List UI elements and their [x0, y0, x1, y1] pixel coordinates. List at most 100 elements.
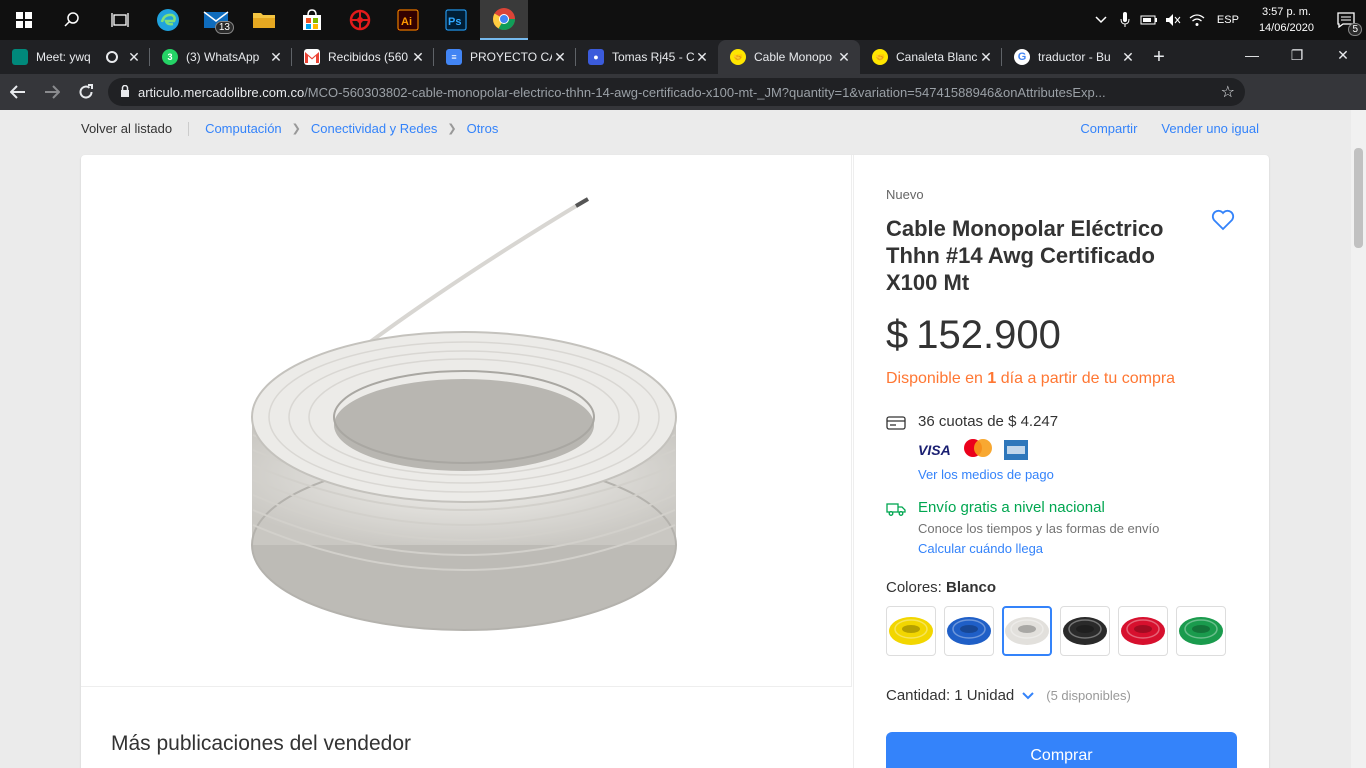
tab-close-icon[interactable]: ✕	[126, 49, 142, 66]
start-button[interactable]	[0, 0, 48, 40]
sell-same-link[interactable]: Vender uno igual	[1161, 121, 1259, 136]
input-language[interactable]: ESP	[1209, 14, 1247, 26]
arrow-right-icon	[45, 85, 60, 99]
favorite-heart-icon[interactable]	[1211, 209, 1235, 236]
payment-logos: VISA	[918, 438, 1028, 462]
taskbar-mail[interactable]: 13	[192, 0, 240, 40]
color-swatches	[886, 606, 1226, 656]
tab-canaleta[interactable]: 🤝 Canaleta Blanc ✕	[860, 40, 1002, 74]
windows-taskbar: 13 Ai Ps ESP 3:57 p. m. 14/06/2020 5	[0, 0, 1366, 40]
color-swatch-verde[interactable]	[1176, 606, 1226, 656]
svg-text:VISA: VISA	[918, 443, 951, 457]
breadcrumb-computacion[interactable]: Computación	[205, 121, 282, 136]
payment-methods-link[interactable]: Ver los medios de pago	[918, 467, 1054, 482]
wifi-icon[interactable]	[1185, 0, 1209, 40]
tab-title: PROYECTO CA	[470, 50, 552, 64]
color-swatch-rojo[interactable]	[1118, 606, 1168, 656]
taskbar-edge[interactable]	[144, 0, 192, 40]
task-view-icon	[111, 13, 129, 27]
new-tab-button[interactable]: +	[1144, 40, 1174, 74]
tab-tomas[interactable]: ● Tomas Rj45 - C ✕	[576, 40, 718, 74]
breadcrumb-actions: Compartir Vender uno igual	[1080, 121, 1259, 136]
scrollbar-thumb[interactable]	[1354, 148, 1363, 248]
back-to-listing-link[interactable]: Volver al listado	[81, 121, 172, 136]
restore-button[interactable]: ❐	[1274, 40, 1320, 70]
clock-date: 14/06/2020	[1258, 22, 1314, 34]
recording-indicator-icon	[106, 51, 118, 63]
action-center-button[interactable]: 5	[1326, 0, 1366, 40]
arrow-left-icon	[10, 85, 25, 99]
taskbar-chrome[interactable]	[480, 0, 528, 40]
breadcrumb-conectividad[interactable]: Conectividad y Redes	[311, 121, 437, 136]
address-bar[interactable]: articulo.mercadolibre.com.co /MCO-560303…	[108, 78, 1245, 106]
taskbar-explorer[interactable]	[240, 0, 288, 40]
taskbar-illustrator[interactable]: Ai	[384, 0, 432, 40]
product-price: $152.900	[886, 313, 1061, 358]
tab-close-icon[interactable]: ✕	[694, 49, 710, 66]
tab-close-icon[interactable]: ✕	[836, 49, 852, 66]
tab-gmail[interactable]: Recibidos (560 ✕	[292, 40, 434, 74]
tab-close-icon[interactable]: ✕	[978, 49, 994, 66]
search-icon	[64, 12, 79, 27]
reload-button[interactable]	[70, 76, 102, 108]
tab-traductor[interactable]: G traductor - Bu ✕	[1002, 40, 1144, 74]
truck-icon	[886, 501, 906, 522]
page-scrollbar[interactable]	[1351, 110, 1366, 768]
colors-label: Colores: Blanco	[886, 579, 997, 596]
clock[interactable]: 3:57 p. m. 14/06/2020	[1247, 4, 1326, 36]
gmail-favicon-icon	[304, 49, 320, 65]
task-view-button[interactable]	[96, 0, 144, 40]
docs-favicon-icon: ≡	[446, 49, 462, 65]
buy-button[interactable]: Comprar	[886, 732, 1237, 768]
cable-coil-thumbnail-icon	[947, 617, 991, 645]
quantity-selector[interactable]: Cantidad: 1 Unidad (5 disponibles)	[886, 687, 1131, 704]
close-window-button[interactable]: ✕	[1320, 40, 1366, 70]
availability-text: Disponible en 1 día a partir de tu compr…	[886, 370, 1176, 387]
video-favicon-icon: ●	[588, 49, 604, 65]
cable-coil-thumbnail-icon	[1005, 617, 1049, 645]
cable-coil-image[interactable]	[81, 155, 852, 687]
more-publications-heading: Más publicaciones del vendedor	[111, 732, 412, 755]
color-swatch-blanco[interactable]	[1002, 606, 1052, 656]
tray-chevron-icon[interactable]	[1089, 0, 1113, 40]
mercadolibre-favicon-icon: 🤝	[730, 49, 746, 65]
folder-icon	[253, 13, 275, 28]
tab-title: Cable Monopo	[754, 50, 833, 64]
bookmark-star-icon[interactable]: ☆	[1221, 82, 1235, 102]
tab-docs[interactable]: ≡ PROYECTO CA ✕	[434, 40, 576, 74]
url-path: /MCO-560303802-cable-monopolar-electrico…	[304, 84, 1106, 100]
breadcrumb: Volver al listado Computación ❯ Conectiv…	[81, 121, 498, 136]
tab-close-icon[interactable]: ✕	[1120, 49, 1136, 66]
tab-whatsapp[interactable]: 3 (3) WhatsApp ✕	[150, 40, 292, 74]
taskbar-app-red[interactable]	[336, 0, 384, 40]
battery-icon[interactable]	[1137, 0, 1161, 40]
tab-close-icon[interactable]: ✕	[268, 49, 284, 66]
color-swatch-negro[interactable]	[1060, 606, 1110, 656]
system-tray: ESP 3:57 p. m. 14/06/2020 5	[1089, 0, 1366, 40]
quantity-value: 1 Unidad	[954, 687, 1015, 704]
color-swatch-amarillo[interactable]	[886, 606, 936, 656]
edge-icon	[157, 9, 179, 31]
tab-cable-monopolar[interactable]: 🤝 Cable Monopo ✕	[718, 40, 860, 74]
tab-close-icon[interactable]: ✕	[552, 49, 568, 66]
tab-close-icon[interactable]: ✕	[410, 49, 426, 66]
tab-title: Recibidos (560	[328, 50, 409, 64]
forward-button[interactable]	[36, 76, 68, 108]
volume-muted-icon[interactable]	[1161, 0, 1185, 40]
buy-box: Nuevo Cable Monopolar Eléctrico Thhn #14…	[853, 155, 1269, 768]
calculate-shipping-link[interactable]: Calcular cuándo llega	[918, 541, 1043, 556]
color-swatch-azul[interactable]	[944, 606, 994, 656]
minimize-button[interactable]: —	[1229, 40, 1275, 70]
free-shipping-text: Envío gratis a nivel nacional	[918, 499, 1105, 516]
price-amount: 152.900	[916, 313, 1061, 357]
store-icon	[303, 9, 321, 30]
chevron-down-icon	[1022, 689, 1034, 703]
taskbar-photoshop[interactable]: Ps	[432, 0, 480, 40]
search-button[interactable]	[48, 0, 96, 40]
breadcrumb-otros[interactable]: Otros	[467, 121, 499, 136]
taskbar-store[interactable]	[288, 0, 336, 40]
tab-meet[interactable]: Meet: ywq ✕	[0, 40, 150, 74]
microphone-icon[interactable]	[1113, 0, 1137, 40]
back-button[interactable]	[2, 76, 34, 108]
share-link[interactable]: Compartir	[1080, 121, 1137, 136]
